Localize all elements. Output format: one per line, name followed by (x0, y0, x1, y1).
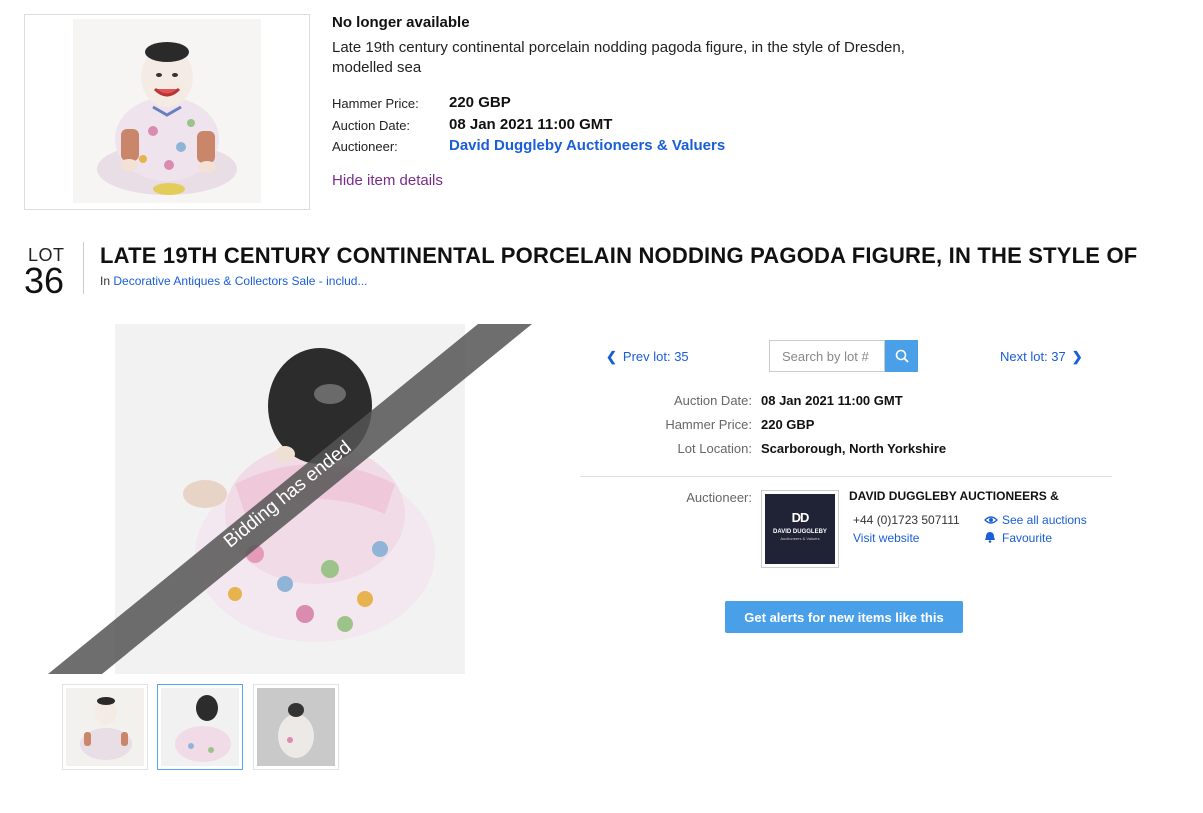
auction-date-value: 08 Jan 2021 11:00 GMT (449, 116, 613, 133)
thumbnail-image (66, 688, 144, 766)
eye-icon (984, 516, 998, 524)
logo-text: DAVID DUGGLEBY (773, 529, 827, 535)
auctioneer-logo[interactable]: DD DAVID DUGGLEBY Auctioneers & Valuers (761, 490, 839, 568)
gallery-thumbnail-selected[interactable] (157, 684, 243, 770)
hide-item-details-link[interactable]: Hide item details (332, 172, 443, 189)
detail-auction-date-value: 08 Jan 2021 11:00 GMT (761, 393, 903, 408)
auctioneer-name: DAVID DUGGLEBY AUCTIONEERS & (849, 489, 1059, 503)
detail-location-label: Lot Location: (677, 441, 752, 456)
summary-thumbnail[interactable] (24, 14, 310, 210)
in-prefix: In (100, 274, 111, 288)
auction-date-label: Auction Date: (332, 118, 411, 133)
summary-description: Late 19th century continental porcelain … (332, 39, 905, 76)
hammer-price-label: Hammer Price: (332, 96, 419, 111)
search-icon (895, 349, 909, 363)
lot-number: 36 (24, 260, 65, 301)
sale-link[interactable]: Decorative Antiques & Collectors Sale - … (113, 274, 367, 288)
auctioneer-section-label: Auctioneer: (686, 490, 752, 505)
favourite-link[interactable]: Favourite (984, 531, 1052, 545)
lot-sale-line: In Decorative Antiques & Collectors Sale… (100, 274, 367, 288)
lot-search-input[interactable] (769, 340, 885, 372)
get-alerts-button[interactable]: Get alerts for new items like this (725, 601, 963, 633)
gallery-thumbnail[interactable] (253, 684, 339, 770)
next-lot-label: Next lot: 37 (1000, 349, 1066, 364)
figure-front-image (73, 19, 261, 203)
main-lot-image[interactable]: Bidding has ended (48, 324, 532, 674)
availability-status: No longer available (332, 14, 470, 31)
prev-lot-link[interactable]: ❮ Prev lot: 35 (606, 349, 689, 365)
chevron-left-icon: ❮ (606, 349, 617, 364)
next-lot-link[interactable]: Next lot: 37 ❯ (1000, 349, 1083, 365)
hammer-price-value: 220 GBP (449, 94, 511, 111)
detail-hammer-value: 220 GBP (761, 417, 815, 432)
detail-auction-date-label: Auction Date: (673, 393, 752, 408)
logo-monogram: DD (791, 510, 810, 525)
prev-lot-label: Prev lot: 35 (622, 349, 689, 364)
see-all-auctions-label: See all auctions (1002, 513, 1087, 527)
favourite-label: Favourite (1002, 531, 1053, 545)
detail-location-value: Scarborough, North Yorkshire (761, 441, 947, 456)
detail-hammer-label: Hammer Price: (665, 417, 752, 432)
thumbnail-image (161, 688, 239, 766)
see-all-auctions-link[interactable]: See all auctions (984, 513, 1087, 527)
lot-divider (83, 242, 84, 294)
visit-website-link[interactable]: Visit website (853, 531, 919, 545)
gallery-thumbnail[interactable] (62, 684, 148, 770)
lot-search-button[interactable] (885, 340, 918, 372)
auctioneer-label: Auctioneer: (332, 139, 398, 154)
section-divider (580, 476, 1112, 477)
summary-photo (73, 19, 261, 203)
lot-title: LATE 19TH CENTURY CONTINENTAL PORCELAIN … (100, 243, 1138, 268)
logo-subtext: Auctioneers & Valuers (780, 536, 820, 541)
chevron-right-icon: ❯ (1071, 349, 1083, 364)
auctioneer-logo-image: DD DAVID DUGGLEBY Auctioneers & Valuers (765, 494, 835, 564)
thumbnail-image (257, 688, 335, 766)
auctioneer-link[interactable]: David Duggleby Auctioneers & Valuers (449, 137, 725, 154)
auctioneer-phone: +44 (0)1723 507111 (853, 513, 960, 527)
bell-icon (985, 532, 995, 543)
